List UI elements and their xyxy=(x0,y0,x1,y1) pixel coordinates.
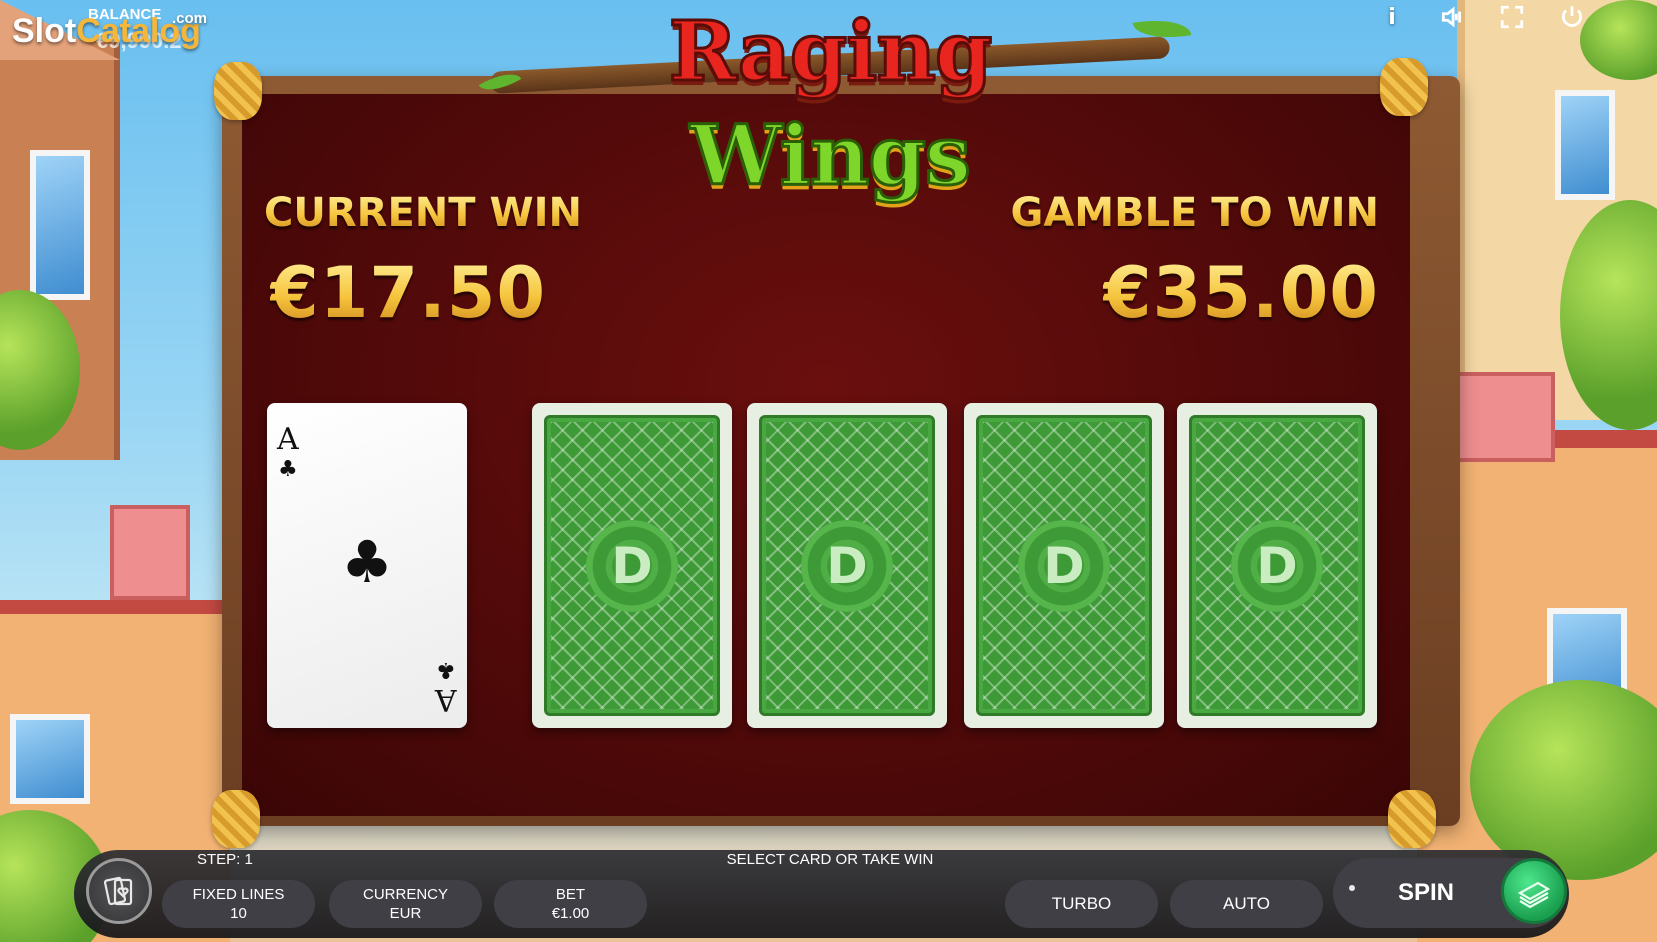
card-rank: A xyxy=(277,422,299,457)
fixed-lines-value: 10 xyxy=(230,905,247,922)
game-title: Raging Wings xyxy=(530,0,1130,208)
top-toolbar: i xyxy=(1377,2,1587,32)
choice-card-3[interactable]: D xyxy=(964,403,1164,728)
card-emblem-icon: D xyxy=(1231,519,1323,612)
club-icon: ♣ xyxy=(341,528,393,596)
spin-label: SPIN xyxy=(1398,879,1455,906)
card-rank-top: A ♣ xyxy=(277,425,299,485)
info-glyph: i xyxy=(1388,4,1396,30)
card-rank: A xyxy=(435,682,457,717)
current-win-value: €17.50 xyxy=(270,252,547,334)
choice-card-2[interactable]: D xyxy=(747,403,947,728)
fullscreen-icon[interactable] xyxy=(1497,2,1527,32)
chimney xyxy=(1455,372,1555,462)
step-label: STEP: 1 xyxy=(197,851,253,868)
club-icon: ♣ xyxy=(436,657,457,682)
gamble-to-win-value: €35.00 xyxy=(1102,252,1379,334)
choice-card-4[interactable]: D xyxy=(1177,403,1377,728)
game-logo: Raging Wings xyxy=(478,0,1192,206)
gamble-to-win-label: GAMBLE TO WIN xyxy=(1010,190,1379,236)
info-icon[interactable]: i xyxy=(1377,2,1407,32)
turbo-button[interactable]: TURBO xyxy=(1005,880,1158,928)
sound-icon[interactable] xyxy=(1437,2,1467,32)
current-win-label: CURRENT WIN xyxy=(264,190,582,236)
chimney xyxy=(110,505,190,600)
card-rank-bottom: A ♣ xyxy=(435,654,457,717)
card-emblem-icon: D xyxy=(1018,519,1110,612)
club-icon: ♣ xyxy=(277,457,298,482)
watermark-logo: SlotCatalog .com xyxy=(12,10,207,51)
auto-button[interactable]: AUTO xyxy=(1170,880,1323,928)
rope-knot xyxy=(212,790,260,848)
dealer-card: A ♣ ♣ A ♣ xyxy=(267,403,467,728)
cards-icon xyxy=(103,876,133,906)
window xyxy=(1555,90,1615,200)
card-emblem-icon: D xyxy=(801,519,893,612)
collect-button[interactable] xyxy=(1501,858,1567,924)
power-icon[interactable] xyxy=(1557,2,1587,32)
fixed-lines-display: FIXED LINES 10 xyxy=(162,880,315,928)
watermark-com: .com xyxy=(172,10,208,27)
bet-selector[interactable]: BET €1.00 xyxy=(494,880,647,928)
watermark-slot: Slot xyxy=(12,12,77,50)
spin-indicator xyxy=(1349,885,1355,891)
bet-value: €1.00 xyxy=(551,905,590,922)
bet-label: BET xyxy=(555,886,586,903)
gamble-button[interactable] xyxy=(86,858,152,924)
status-message: SELECT CARD OR TAKE WIN xyxy=(726,851,934,868)
rope-knot xyxy=(1388,790,1436,848)
card-emblem-icon: D xyxy=(586,519,678,612)
game-title-part1: Raging xyxy=(667,3,994,102)
choice-card-1[interactable]: D xyxy=(532,403,732,728)
fixed-lines-label: FIXED LINES xyxy=(192,886,285,903)
money-stack-icon xyxy=(1517,881,1551,909)
rope-knot xyxy=(214,62,262,120)
currency-value: EUR xyxy=(389,905,422,922)
currency-label: CURRENCY xyxy=(362,886,448,903)
window xyxy=(30,150,90,300)
window xyxy=(10,714,90,804)
rope-knot xyxy=(1380,58,1428,116)
game-title-part2: Wings xyxy=(689,107,973,206)
currency-display: CURRENCY EUR xyxy=(329,880,482,928)
